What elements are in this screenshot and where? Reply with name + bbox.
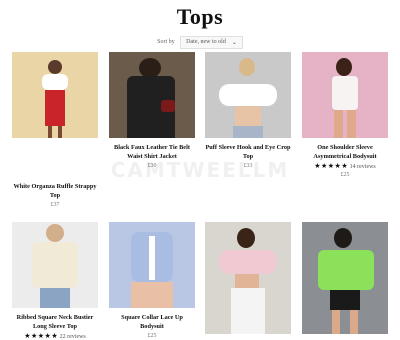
product-card[interactable]: Puff Sleeve Hook and Eye Crop Top £33 [205, 52, 291, 169]
product-image[interactable] [302, 52, 388, 138]
review-count[interactable]: 22 reviews [60, 334, 86, 340]
product-image[interactable] [109, 52, 195, 138]
product-price: £37 [50, 202, 60, 208]
sort-label: Sort by [157, 39, 175, 45]
product-card[interactable]: Black Faux Leather Tie Belt Waist Shirt … [109, 52, 195, 169]
product-image[interactable] [12, 52, 98, 138]
product-card[interactable]: White Organza Ruffle Strappy Top £37 [12, 52, 98, 208]
product-price: £25 [147, 333, 157, 339]
product-image[interactable] [205, 52, 291, 138]
product-card[interactable]: Ribbed Square Neck Bustier Long Sleeve T… [12, 222, 98, 340]
product-image[interactable] [109, 222, 195, 308]
product-image[interactable] [205, 222, 291, 334]
sort-selected-value: Date, new to old [186, 39, 226, 45]
chevron-down-icon: ⌄ [231, 40, 237, 46]
page-title: Tops [176, 4, 224, 29]
rating-stars: ★★★★★ [24, 332, 59, 340]
watermark: CAMTWEELLM [110, 158, 290, 182]
product-rating: ★★★★★ 22 reviews [12, 332, 98, 340]
sort-bar: Sort by Date, new to old ⌄ [0, 36, 400, 49]
product-image[interactable] [302, 222, 388, 334]
product-name[interactable]: White Organza Ruffle Strappy Top [12, 182, 98, 200]
product-name[interactable]: Ribbed Square Neck Bustier Long Sleeve T… [12, 313, 98, 331]
product-card[interactable]: Square Collar Lace Up Bodysuit £25 [109, 222, 195, 339]
sort-select[interactable]: Date, new to old ⌄ [180, 36, 243, 49]
product-card[interactable] [205, 222, 291, 334]
product-card[interactable] [302, 222, 388, 334]
product-image[interactable] [12, 222, 98, 308]
product-name[interactable]: Square Collar Lace Up Bodysuit [109, 313, 195, 331]
